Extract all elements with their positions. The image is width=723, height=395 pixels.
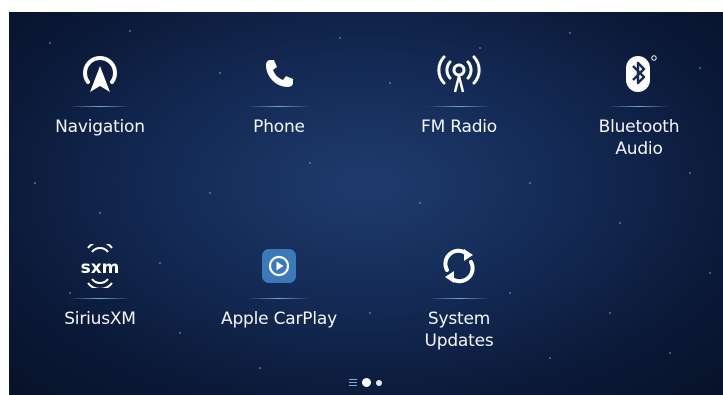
tile-divider [428, 106, 490, 107]
siriusxm-tile[interactable]: sxm SiriusXM [20, 240, 180, 330]
navigation-icon [80, 48, 120, 100]
tile-label: Bluetooth Audio [598, 117, 680, 159]
tile-divider [69, 298, 131, 299]
fm-radio-tile[interactable]: FM Radio [379, 48, 539, 138]
home-screen: Navigation Phone FM Radio Bluetooth Audi… [9, 12, 723, 395]
system-updates-tile[interactable]: System Updates [379, 240, 539, 352]
tile-divider [248, 106, 310, 107]
tile-divider [428, 298, 490, 299]
system-updates-icon [438, 240, 480, 292]
tile-label: System Updates [424, 309, 494, 351]
page-dot-active[interactable] [362, 378, 371, 387]
list-view-icon[interactable] [349, 379, 357, 386]
tile-label: Phone [253, 117, 305, 137]
tile-label: SiriusXM [64, 309, 136, 329]
apple-carplay-tile[interactable]: Apple CarPlay [199, 240, 359, 330]
page-dot[interactable] [376, 379, 382, 386]
phone-tile[interactable]: Phone [199, 48, 359, 138]
phone-icon [261, 48, 297, 100]
bluetooth-audio-icon [619, 48, 659, 100]
tile-label: FM Radio [420, 117, 498, 137]
page-indicator[interactable] [349, 378, 382, 387]
bluetooth-audio-tile[interactable]: Bluetooth Audio [559, 48, 719, 160]
fm-radio-icon [436, 48, 482, 100]
siriusxm-icon: sxm [75, 240, 125, 292]
navigation-tile[interactable]: Navigation [20, 48, 180, 138]
tile-divider [608, 106, 670, 107]
tile-divider [248, 298, 310, 299]
svg-text:sxm: sxm [81, 258, 120, 278]
tile-divider [69, 106, 131, 107]
tile-label: Navigation [55, 117, 145, 137]
apple-carplay-icon [259, 240, 299, 292]
tile-label: Apple CarPlay [221, 309, 337, 329]
